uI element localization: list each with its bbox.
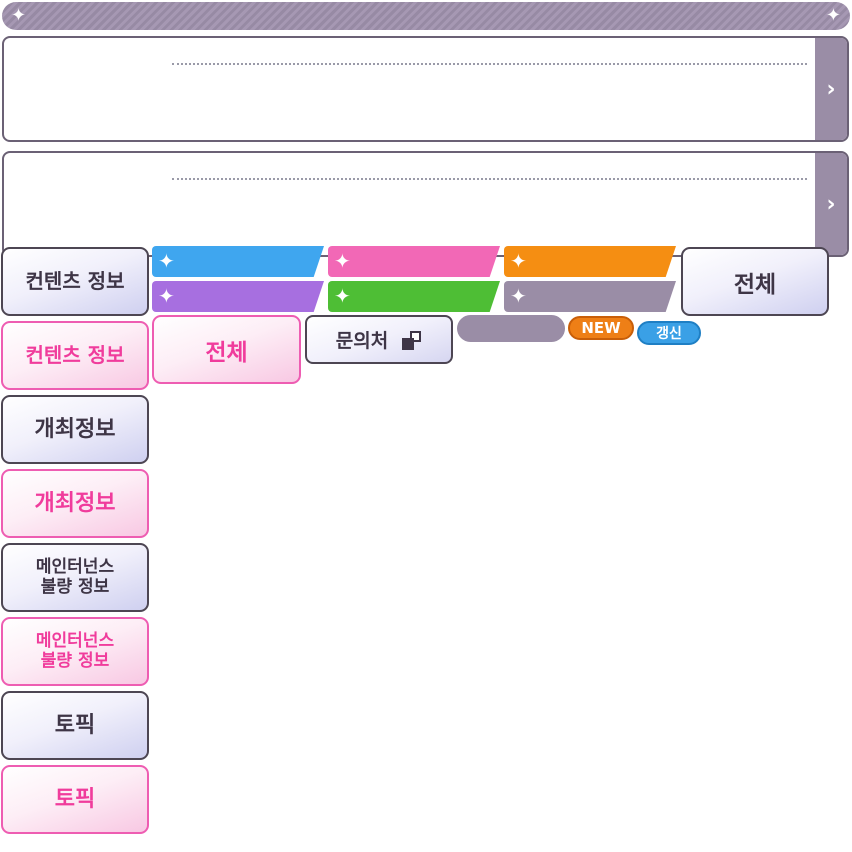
dotted-divider bbox=[172, 178, 807, 180]
all-button-selected[interactable]: 전체 bbox=[152, 315, 301, 384]
side-button-maintenance-info[interactable]: 메인터넌스 불량 정보 bbox=[1, 543, 149, 612]
sparkle-icon: ✦ bbox=[158, 284, 175, 308]
side-button-label: 토픽 bbox=[54, 712, 96, 738]
side-button-content-info-selected[interactable]: 컨텐츠 정보 bbox=[1, 321, 149, 390]
side-button-label: 메인터넌스 불량 정보 bbox=[35, 556, 115, 597]
category-tab-blue[interactable]: ✦ bbox=[152, 246, 324, 277]
all-button-label: 전체 bbox=[205, 339, 248, 366]
all-button-label: 전체 bbox=[733, 271, 777, 298]
update-badge-label: 갱신 bbox=[656, 326, 682, 342]
contact-button[interactable]: 문의처 bbox=[305, 315, 453, 364]
sparkle-icon: ✦ bbox=[158, 249, 175, 273]
new-badge-label: NEW bbox=[581, 319, 621, 337]
category-tab-orange[interactable]: ✦ bbox=[504, 246, 676, 277]
dotted-divider bbox=[172, 63, 807, 65]
sparkle-icon: ✦ bbox=[510, 249, 527, 273]
update-badge: 갱신 bbox=[637, 321, 701, 345]
chevron-right-icon[interactable]: › bbox=[815, 153, 847, 255]
news-panel[interactable]: › bbox=[2, 36, 849, 142]
contact-label: 문의처 bbox=[335, 330, 389, 352]
sparkle-icon: ✦ bbox=[825, 5, 841, 26]
side-button-label: 개최정보 bbox=[34, 416, 116, 442]
category-tab-pink[interactable]: ✦ bbox=[328, 246, 500, 277]
external-link-icon bbox=[402, 330, 422, 350]
top-header-bar: ✦ ✦ bbox=[2, 2, 850, 30]
category-tab-green[interactable]: ✦ bbox=[328, 281, 500, 312]
side-button-label: 토픽 bbox=[54, 786, 96, 812]
side-button-topic[interactable]: 토픽 bbox=[1, 691, 149, 760]
sparkle-icon: ✦ bbox=[11, 5, 27, 26]
category-tab-purple[interactable]: ✦ bbox=[152, 281, 324, 312]
side-button-event-info-selected[interactable]: 개최정보 bbox=[1, 469, 149, 538]
side-button-label: 개최정보 bbox=[34, 490, 116, 516]
news-panel[interactable]: › bbox=[2, 151, 849, 257]
side-button-event-info[interactable]: 개최정보 bbox=[1, 395, 149, 464]
side-button-label: 컨텐츠 정보 bbox=[25, 343, 125, 367]
side-button-label: 컨텐츠 정보 bbox=[25, 269, 125, 293]
category-tab-gray[interactable]: ✦ bbox=[504, 281, 676, 312]
sparkle-icon: ✦ bbox=[334, 249, 351, 273]
all-button[interactable]: 전체 bbox=[681, 247, 829, 316]
new-badge: NEW bbox=[568, 316, 634, 340]
side-button-content-info[interactable]: 컨텐츠 정보 bbox=[1, 247, 149, 316]
side-button-maintenance-info-selected[interactable]: 메인터넌스 불량 정보 bbox=[1, 617, 149, 686]
sparkle-icon: ✦ bbox=[510, 284, 527, 308]
side-button-label: 메인터넌스 불량 정보 bbox=[35, 630, 115, 671]
sparkle-icon: ✦ bbox=[334, 284, 351, 308]
blank-pill bbox=[457, 315, 565, 342]
side-button-topic-selected[interactable]: 토픽 bbox=[1, 765, 149, 834]
chevron-right-icon[interactable]: › bbox=[815, 38, 847, 140]
